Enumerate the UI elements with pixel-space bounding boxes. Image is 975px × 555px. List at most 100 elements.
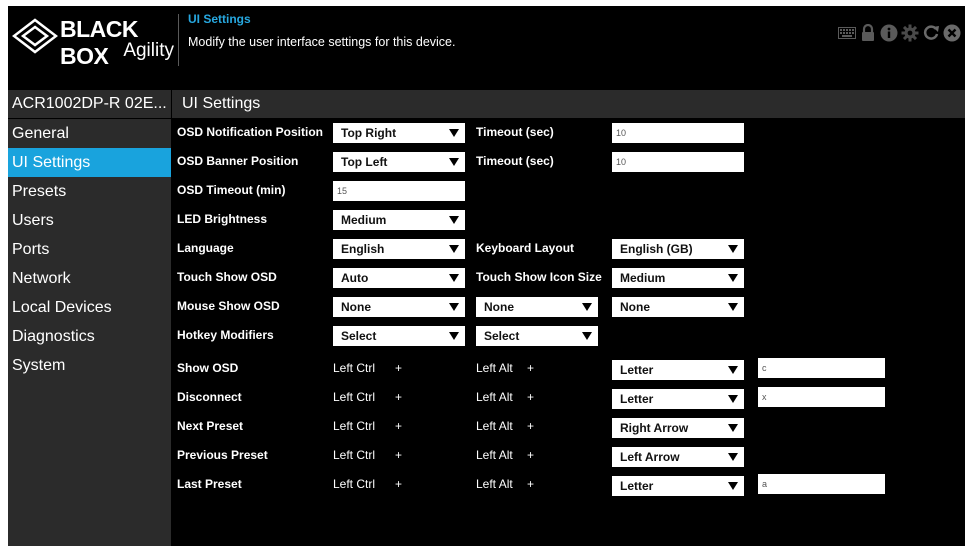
keyboard-icon[interactable] (838, 24, 856, 42)
led-brightness-select[interactable]: Medium (333, 210, 465, 230)
notification-timeout-label: Timeout (sec) (476, 125, 554, 139)
hotkey-letter-input[interactable]: x (758, 387, 885, 407)
dropdown-arrow-icon (449, 129, 459, 137)
select-value: Left Arrow (620, 450, 680, 464)
language-label: Language (177, 241, 234, 255)
select-value: Medium (341, 213, 387, 227)
mouse-show-osd-select-1[interactable]: None (333, 297, 465, 317)
osd-banner-position-label: OSD Banner Position (177, 154, 299, 168)
osd-banner-position-select[interactable]: Top Left (333, 152, 465, 172)
modifier-1: Left Ctrl (333, 448, 376, 462)
dropdown-arrow-icon (728, 245, 738, 253)
refresh-icon[interactable] (922, 24, 940, 42)
hotkey-label: Disconnect (177, 390, 242, 404)
sidebar-item-presets[interactable]: Presets (8, 177, 171, 206)
osd-timeout-label: OSD Timeout (min) (177, 183, 286, 197)
hotkey-key-select[interactable]: Right Arrow (612, 418, 744, 438)
plus-sign: + (527, 361, 535, 375)
select-value: English (GB) (620, 242, 693, 256)
dropdown-arrow-icon (728, 366, 738, 374)
sidebar-item-users[interactable]: Users (8, 206, 171, 235)
language-select[interactable]: English (333, 239, 465, 259)
select-value: Auto (341, 271, 369, 285)
plus-sign: + (527, 477, 535, 491)
lock-icon[interactable] (859, 24, 877, 42)
keyboard-layout-select[interactable]: English (GB) (612, 239, 744, 259)
banner-timeout-input[interactable]: 10 (612, 152, 744, 172)
dropdown-arrow-icon (582, 303, 592, 311)
sidebar-item-diagnostics[interactable]: Diagnostics (8, 322, 171, 351)
info-icon[interactable] (880, 24, 898, 42)
notification-timeout-input[interactable]: 10 (612, 123, 744, 143)
hotkey-key-select[interactable]: Letter (612, 476, 744, 496)
modifier-1: Left Ctrl (333, 361, 376, 375)
select-value: Select (484, 329, 520, 343)
hotkey-letter-input[interactable]: c (758, 358, 885, 378)
sidebar-item-system[interactable]: System (8, 351, 171, 380)
dropdown-arrow-icon (728, 482, 738, 490)
plus-sign: + (395, 477, 403, 491)
mouse-show-osd-select-2[interactable]: None (476, 297, 598, 317)
dropdown-arrow-icon (728, 453, 738, 461)
select-value: Medium (620, 271, 666, 285)
select-value: Letter (620, 479, 654, 493)
sidebar-item-ui-settings[interactable]: UI Settings (8, 148, 171, 177)
touch-show-icon-size-select[interactable]: Medium (612, 268, 744, 288)
plus-sign: + (395, 390, 403, 404)
logo-mark-icon (12, 18, 58, 54)
hotkey-key-select[interactable]: Letter (612, 389, 744, 409)
brand-product: Agility (123, 40, 174, 61)
osd-timeout-input[interactable]: 15 (333, 181, 465, 201)
plus-sign: + (395, 448, 403, 462)
dropdown-arrow-icon (728, 424, 738, 432)
touch-show-osd-select[interactable]: Auto (333, 268, 465, 288)
page-title: UI Settings (188, 12, 251, 26)
osd-notification-position-label: OSD Notification Position (177, 125, 323, 139)
mouse-show-osd-select-3[interactable]: None (612, 297, 744, 317)
hotkey-key-select[interactable]: Letter (612, 360, 744, 380)
dropdown-arrow-icon (449, 158, 459, 166)
plus-sign: + (395, 361, 403, 375)
select-value: Select (341, 329, 377, 343)
dropdown-arrow-icon (728, 395, 738, 403)
modifier-2: Left Alt (476, 390, 513, 404)
dropdown-arrow-icon (449, 274, 459, 282)
sidebar-item-network[interactable]: Network (8, 264, 171, 293)
hotkey-label: Show OSD (177, 361, 239, 375)
plus-sign: + (527, 390, 535, 404)
hotkey-modifier-select-2[interactable]: Select (476, 326, 598, 346)
sidebar-nav: General UI Settings Presets Users Ports … (8, 119, 171, 546)
dropdown-arrow-icon (449, 303, 459, 311)
modifier-1: Left Ctrl (333, 390, 376, 404)
gear-icon[interactable] (901, 24, 919, 42)
plus-sign: + (395, 419, 403, 433)
select-value: None (620, 300, 650, 314)
hotkey-letter-input[interactable]: a (758, 474, 885, 494)
hotkey-modifiers-label: Hotkey Modifiers (177, 328, 274, 342)
hotkey-modifier-select-1[interactable]: Select (333, 326, 465, 346)
banner-timeout-label: Timeout (sec) (476, 154, 554, 168)
toolbar-icons (838, 24, 961, 42)
hotkey-label: Next Preset (177, 419, 244, 433)
device-name: ACR1002DP-R 02E... (8, 90, 171, 118)
keyboard-layout-label: Keyboard Layout (476, 241, 575, 255)
sidebar-item-local-devices[interactable]: Local Devices (8, 293, 171, 322)
touch-show-icon-size-label: Touch Show Icon Size (476, 270, 602, 284)
led-brightness-label: LED Brightness (177, 212, 268, 226)
settings-form: OSD Notification Position Top Right Time… (172, 119, 965, 546)
osd-notification-position-select[interactable]: Top Right (333, 123, 465, 143)
hotkey-label: Previous Preset (177, 448, 268, 462)
modifier-2: Left Alt (476, 477, 513, 491)
select-value: Top Right (341, 126, 397, 140)
hotkey-label: Last Preset (177, 477, 242, 491)
select-value: Right Arrow (620, 421, 689, 435)
section-header: UI Settings (172, 90, 965, 118)
dropdown-arrow-icon (582, 332, 592, 340)
mouse-show-osd-label: Mouse Show OSD (177, 299, 280, 313)
close-icon[interactable] (943, 24, 961, 42)
plus-sign: + (527, 448, 535, 462)
sidebar-item-general[interactable]: General (8, 119, 171, 148)
sidebar-item-ports[interactable]: Ports (8, 235, 171, 264)
brand-logo: BLACK BOX Agility (8, 6, 178, 69)
hotkey-key-select[interactable]: Left Arrow (612, 447, 744, 467)
